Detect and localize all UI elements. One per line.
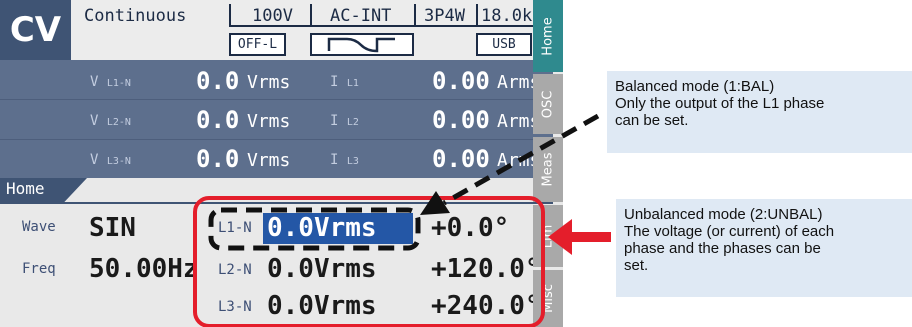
callout-unbalanced: Unbalanced mode (2:UNBAL) The voltage (o…: [616, 199, 912, 297]
callout-unbalanced-line3: phase and the phases can be: [624, 240, 821, 257]
callout-unbalanced-line1: Unbalanced mode (2:UNBAL): [624, 206, 823, 223]
balanced-arrow-line: [442, 113, 600, 206]
unbalanced-highlight-box: [193, 196, 545, 327]
callout-balanced-line1: Balanced mode (1:BAL): [615, 78, 775, 95]
balanced-highlight-box: [208, 207, 421, 251]
callout-balanced: Balanced mode (1:BAL) Only the output of…: [607, 71, 912, 153]
callout-unbalanced-line4: set.: [624, 257, 649, 274]
callout-unbalanced-line2: The voltage (or current) of each: [624, 223, 835, 240]
unbalanced-arrow-head: [548, 219, 572, 255]
stage: CV Continuous 100V AC-INT 3P4W 18.0k OFF…: [0, 0, 912, 327]
callout-balanced-line3: can be set.: [615, 112, 689, 129]
callout-balanced-line2: Only the output of the L1 phase: [615, 95, 825, 112]
